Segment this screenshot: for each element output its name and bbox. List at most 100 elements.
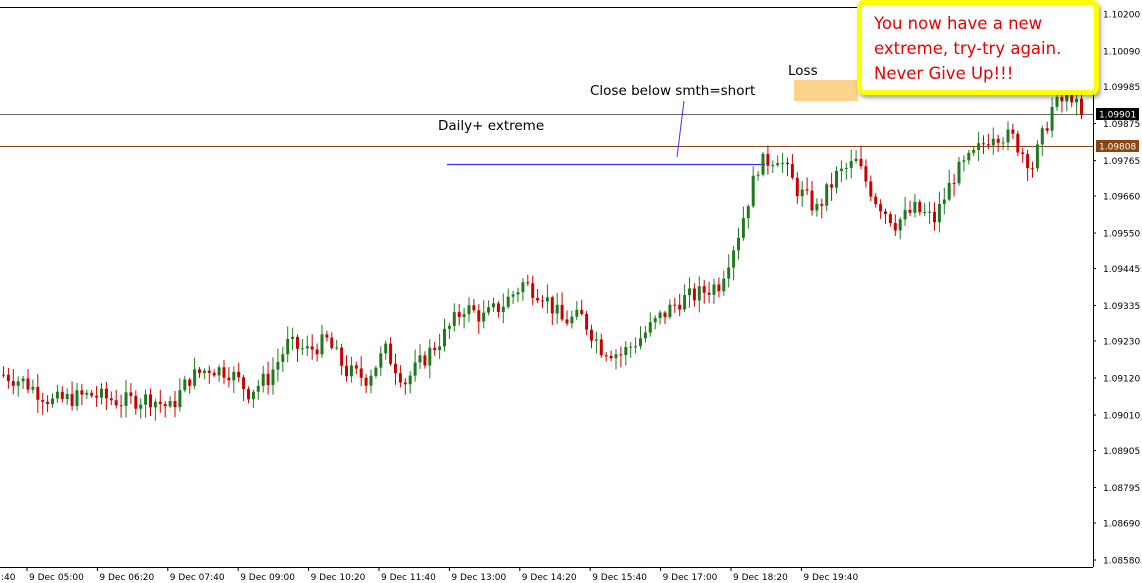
- candle-body: [403, 382, 407, 385]
- candle-body: [472, 305, 476, 311]
- candle-body: [1006, 129, 1010, 143]
- price-label-text: 1.09901: [1099, 111, 1136, 121]
- candle-body: [286, 338, 290, 355]
- candle-body: [11, 381, 15, 386]
- candle-body: [835, 170, 838, 188]
- candle: [1035, 140, 1039, 172]
- candle-body: [844, 167, 848, 169]
- candle-body: [207, 370, 211, 373]
- candle-body: [1001, 142, 1005, 144]
- price-tick-label: 1.09120: [1103, 375, 1140, 385]
- candle-body: [276, 361, 280, 370]
- candle-body: [168, 400, 172, 407]
- candle-body: [21, 378, 25, 382]
- candle-body: [183, 379, 187, 391]
- candle-body: [673, 304, 677, 306]
- time-tick-label: 9 Dec 13:00: [451, 573, 506, 583]
- smth-short-label: Close below smth=short: [590, 83, 755, 99]
- candle-body: [805, 189, 809, 191]
- callout-note: You now have a new extreme, try-try agai…: [857, 0, 1099, 95]
- candle-body: [1075, 98, 1079, 103]
- time-tick-label: 9 Dec 06:20: [99, 573, 154, 583]
- candle-body: [129, 392, 133, 396]
- candle-body: [65, 394, 69, 400]
- candle-body: [354, 365, 358, 369]
- candle-body: [325, 334, 329, 338]
- candle-body: [952, 182, 956, 184]
- time-tick-label: 9 Dec 07:40: [170, 573, 225, 583]
- candle-body: [1055, 97, 1059, 107]
- candle-body: [2, 374, 5, 376]
- candle-body: [134, 395, 138, 409]
- candle-body: [482, 312, 486, 322]
- candle-body: [296, 336, 299, 349]
- candle-body: [41, 399, 45, 402]
- candle-body: [609, 355, 613, 359]
- candle-body: [781, 162, 785, 164]
- candle-body: [462, 314, 466, 318]
- candle-body: [585, 313, 589, 330]
- candle-body: [80, 390, 84, 395]
- candle-body: [825, 184, 829, 206]
- candle-body: [222, 367, 226, 378]
- candle-body: [849, 161, 853, 168]
- candle-body: [51, 398, 54, 404]
- candle-body: [575, 309, 579, 317]
- candle-body: [893, 223, 897, 231]
- candle-body: [345, 365, 348, 377]
- candle-body: [251, 391, 255, 400]
- candle-body: [991, 138, 995, 146]
- candle-body: [683, 295, 687, 310]
- candle-body: [340, 347, 344, 366]
- candle-body: [109, 398, 113, 401]
- candle-body: [330, 337, 334, 348]
- candle-body: [766, 153, 770, 166]
- candle-body: [702, 286, 706, 293]
- price-tick-label: 1.09985: [1103, 83, 1140, 93]
- price-tick-label: 1.09765: [1103, 157, 1140, 167]
- candle-body: [1050, 106, 1054, 131]
- candle-body: [433, 347, 437, 351]
- candle-body: [913, 201, 917, 213]
- time-tick-label: 9 Dec 19:40: [803, 573, 858, 583]
- candle-body: [903, 209, 907, 220]
- time-tick-label: 9 Dec 11:40: [381, 573, 436, 583]
- candle-body: [624, 347, 628, 356]
- candle-body: [795, 177, 799, 197]
- daily-extreme-label: Daily+ extreme: [438, 118, 544, 134]
- candle-body: [75, 390, 79, 407]
- candle-body: [967, 152, 971, 161]
- candle-body: [359, 368, 363, 378]
- callout-line-2: extreme, try-try again.: [874, 39, 1062, 58]
- candle-body: [594, 339, 598, 341]
- candle-body: [786, 162, 789, 165]
- candle-body: [830, 184, 834, 188]
- candle-body: [712, 284, 716, 295]
- price-tick-label: 1.09550: [1103, 230, 1140, 240]
- candle-body: [281, 354, 285, 362]
- time-tick-label: :40: [1, 573, 16, 583]
- candle-body: [467, 305, 471, 315]
- candle-body: [242, 377, 246, 390]
- candle-body: [374, 367, 378, 376]
- candle-body: [957, 161, 961, 184]
- candle-body: [447, 325, 451, 329]
- candle-body: [198, 369, 201, 374]
- time-tick-label: 9 Dec 09:00: [240, 573, 295, 583]
- candle-body: [937, 203, 941, 223]
- price-tick-label: 1.08795: [1103, 484, 1140, 494]
- candle-body: [565, 319, 569, 324]
- candle-body: [516, 292, 520, 295]
- candle-body: [487, 307, 491, 313]
- candle-body: [810, 190, 814, 211]
- candle-body: [26, 378, 30, 390]
- candle-body: [947, 182, 951, 200]
- candle-body: [119, 405, 123, 407]
- candle-body: [315, 349, 319, 355]
- candle-body: [746, 206, 750, 219]
- candle-body: [521, 282, 525, 293]
- candle-body: [707, 292, 711, 295]
- candle-body: [555, 304, 559, 314]
- candle-body: [90, 392, 94, 396]
- price-tick-label: 1.08580: [1103, 557, 1140, 567]
